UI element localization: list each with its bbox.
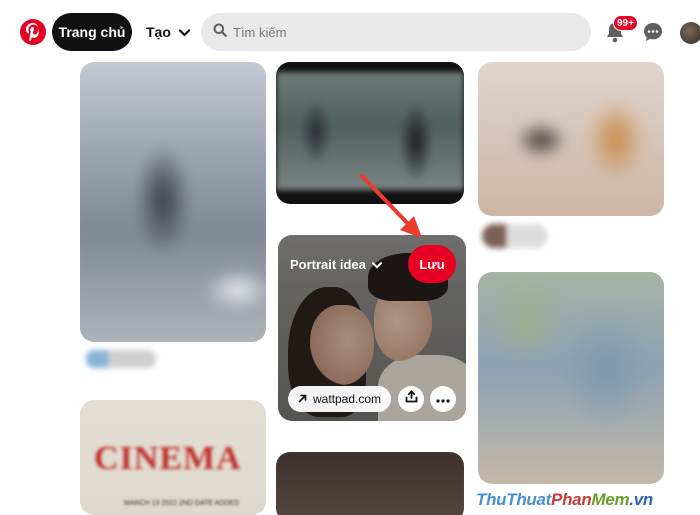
pin-image [478,62,664,216]
user-avatar[interactable] [680,22,700,44]
board-select-dropdown[interactable]: Portrait idea [290,257,382,272]
top-navigation-bar: Trang chủ Tạo 99+ [0,0,700,64]
pin-image [80,62,266,342]
pin-card-blurred[interactable] [276,62,464,204]
chevron-down-icon [178,24,190,40]
chevron-down-icon [371,257,382,272]
source-link-button[interactable]: wattpad.com [288,386,392,412]
search-input[interactable] [233,24,573,40]
more-options-button[interactable] [430,386,456,412]
watermark-text: .vn [629,489,653,509]
pin-card-hovered[interactable]: Portrait idea Lưu wattpad.com [278,235,466,421]
source-domain-label: wattpad.com [313,392,382,406]
share-button[interactable] [398,386,424,412]
pin-image-text: CINEMA [94,440,242,477]
chat-bubble-icon[interactable] [642,21,664,43]
watermark-logo: Thu Thuat Phan Mem .vn [476,484,700,515]
pin-image-subtext: MARCH 13 2022 2ND DATE ADDED [124,500,240,507]
home-button-label: Trang chủ [58,24,126,40]
watermark-text: Phan [551,489,592,509]
pin-author-blurred [482,224,548,248]
pin-image [478,272,664,484]
save-button[interactable]: Lưu [408,245,456,283]
home-button[interactable]: Trang chủ [52,13,132,51]
create-menu-button[interactable]: Tạo [138,13,198,51]
watermark-text: Thuat [506,489,552,509]
pin-card-blurred[interactable] [478,272,664,484]
pin-card-blurred[interactable] [276,452,464,515]
pin-card-blurred[interactable] [478,62,664,216]
notification-count-badge: 99+ [613,15,638,31]
create-button-label: Tạo [146,24,171,40]
pin-image [276,72,464,190]
save-button-label: Lưu [419,256,445,272]
pin-card-blurred[interactable] [80,62,266,342]
search-icon [213,23,227,42]
watermark-text: Thu [476,489,507,509]
more-dots-icon [436,390,450,408]
pin-card-blurred[interactable]: CINEMA MARCH 13 2022 2ND DATE ADDED [80,400,266,515]
pin-author-blurred [86,350,156,368]
pinterest-home-screen: Trang chủ Tạo 99+ CINEMA MAR [0,0,700,515]
pinterest-logo-icon[interactable] [20,19,46,45]
pin-image [276,452,464,515]
share-icon [405,390,418,408]
search-bar[interactable] [201,13,591,51]
watermark-text: Mem [591,489,630,509]
external-link-arrow-icon [298,392,307,406]
board-name-label: Portrait idea [290,257,366,272]
